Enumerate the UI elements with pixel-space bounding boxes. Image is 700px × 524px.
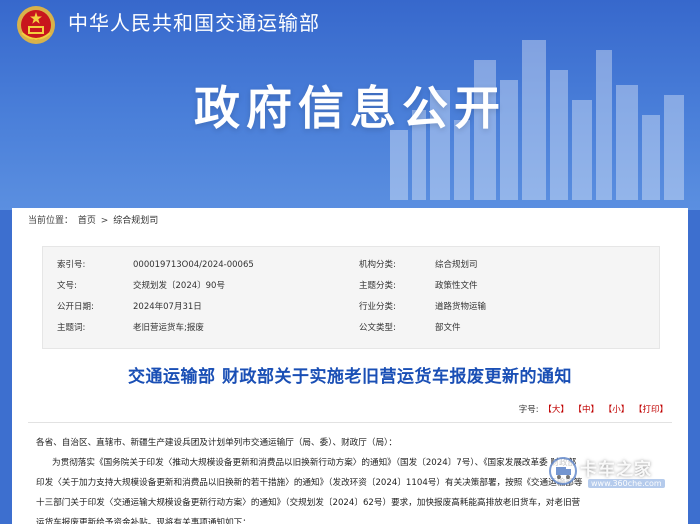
watermark-text: 卡车之家 — [580, 460, 652, 480]
meta-label: 索引号: — [57, 260, 86, 270]
document-title: 交通运输部 财政部关于实施老旧营运货车报废更新的通知 — [128, 367, 572, 387]
meta-value: 部文件 — [435, 323, 461, 333]
banner-title: 政府信息公开 — [194, 81, 506, 135]
body-line: 各省、自治区、直辖市、新疆生产建设兵团及计划单列市交通运输厅（局、委）、财政厅（… — [36, 438, 397, 448]
meta-value: 交规划发〔2024〕90号 — [133, 281, 225, 291]
national-emblem-icon — [17, 6, 55, 44]
ministry-name[interactable]: 中华人民共和国交通运输部 — [68, 10, 320, 36]
font-size-large-button[interactable]: 【大】 — [543, 405, 569, 415]
banner-title-wrap: 政府信息公开 — [0, 78, 700, 138]
meta-label: 主题分类: — [359, 281, 396, 291]
print-button[interactable]: 【打印】 — [634, 405, 668, 415]
meta-value: 政策性文件 — [435, 281, 478, 291]
breadcrumb-prefix: 当前位置： — [28, 216, 74, 226]
font-size-controls: 字号: 【大】 【中】 【小】 【打印】 — [519, 404, 668, 416]
meta-label: 主题词: — [57, 323, 86, 333]
meta-label: 公文类型: — [359, 323, 396, 333]
truckhome-logo-icon — [549, 457, 577, 485]
font-size-small-button[interactable]: 【小】 — [604, 405, 630, 415]
meta-label: 行业分类: — [359, 302, 396, 312]
meta-label: 公开日期: — [57, 302, 94, 312]
breadcrumb: 当前位置： 首页 > 综合规划司 — [28, 215, 160, 227]
meta-value: 综合规划司 — [435, 260, 478, 270]
meta-row: 主题词: 老旧营运货车;报废 公文类型: 部文件 — [43, 318, 661, 338]
document-meta-table: 索引号: 000019713O04/2024-00065 机构分类: 综合规划司… — [42, 246, 660, 349]
meta-value: 老旧营运货车;报废 — [133, 323, 204, 333]
watermark-url: www.360che.com — [588, 479, 665, 488]
breadcrumb-department[interactable]: 综合规划司 — [113, 216, 158, 226]
divider — [28, 422, 672, 423]
truckhome-watermark: 卡车之家 www.360che.com — [548, 452, 678, 502]
meta-row: 文号: 交规划发〔2024〕90号 主题分类: 政策性文件 — [43, 276, 661, 296]
meta-label: 机构分类: — [359, 260, 396, 270]
meta-value: 道路货物运输 — [435, 302, 487, 312]
meta-row: 索引号: 000019713O04/2024-00065 机构分类: 综合规划司 — [43, 255, 661, 275]
meta-row: 公开日期: 2024年07月31日 行业分类: 道路货物运输 — [43, 297, 661, 317]
font-size-label: 字号: — [518, 405, 539, 415]
header-banner: 中华人民共和国交通运输部 政府信息公开 — [0, 0, 700, 210]
meta-label: 文号: — [57, 281, 77, 291]
meta-value: 000019713O04/2024-00065 — [133, 260, 254, 270]
font-size-medium-button[interactable]: 【中】 — [574, 405, 600, 415]
breadcrumb-home[interactable]: 首页 — [78, 216, 96, 226]
meta-value: 2024年07月31日 — [133, 302, 202, 312]
breadcrumb-separator: > — [100, 216, 109, 226]
body-line: 运货车报废更新给予资金补贴。现将有关事项通知如下： — [36, 518, 251, 524]
